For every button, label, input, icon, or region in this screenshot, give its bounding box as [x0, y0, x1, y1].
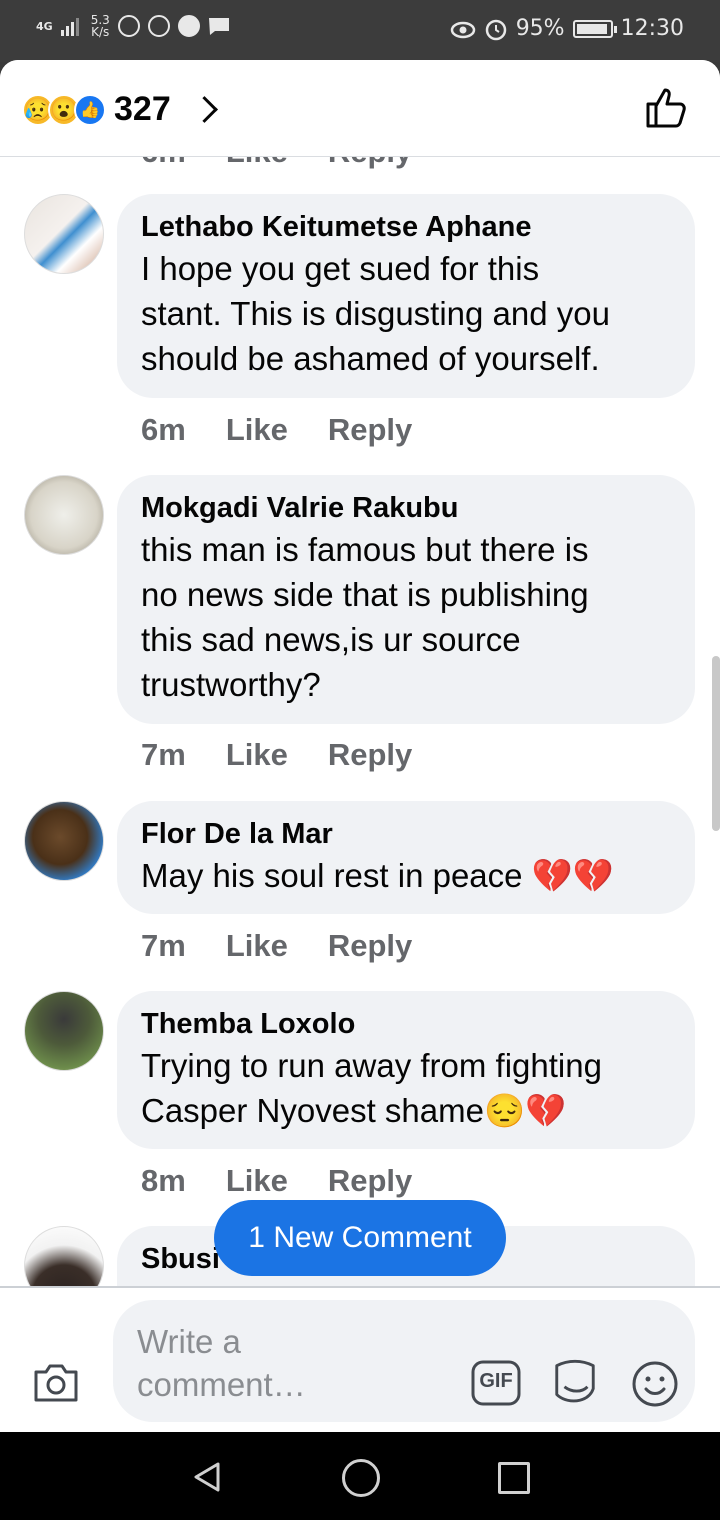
status-left: 4G 5.3 K/s [36, 14, 230, 38]
comment-text-line: no news side that is publishing [141, 576, 589, 613]
comment-time: 6m [141, 412, 186, 447]
status-bar: 4G 5.3 K/s 95% 12:30 [0, 0, 720, 62]
status-right: 95% 12:30 [450, 16, 684, 41]
gif-icon[interactable]: GIF [471, 1360, 521, 1406]
like-link[interactable]: Like [226, 412, 288, 448]
alarm-icon [485, 19, 506, 40]
opera-icon [147, 15, 170, 37]
like-link[interactable]: Like [226, 156, 288, 170]
thumbs-up-icon[interactable] [644, 84, 690, 130]
avatar[interactable] [24, 1226, 104, 1286]
battery-percent: 95% [515, 16, 565, 41]
comment-actions: 7m Like Reply [141, 928, 412, 964]
clock: 12:30 [620, 16, 684, 41]
comment-text-line: Trying to run away from fighting [141, 1047, 602, 1084]
emoji-icon[interactable] [631, 1360, 679, 1408]
home-icon[interactable] [342, 1459, 380, 1497]
comment-text-line: stant. This is disgusting and you [141, 295, 610, 332]
comment-actions: 7m Like Reply [141, 737, 412, 773]
new-comment-button[interactable]: 1 New Comment [214, 1200, 506, 1276]
signal-icon [60, 18, 79, 36]
reply-link[interactable]: Reply [328, 737, 412, 773]
reactions-summary[interactable]: 😥 😮 👍 327 [22, 90, 218, 129]
avatar[interactable] [24, 991, 104, 1071]
commenter-name[interactable]: Flor De la Mar [141, 815, 673, 853]
like-link[interactable]: Like [226, 1163, 288, 1199]
commenter-name[interactable]: Mokgadi Valrie Rakubu [141, 489, 673, 527]
battery-icon [572, 19, 617, 38]
comment-text-line: this sad news,is ur source [141, 621, 521, 658]
comment-placeholder: Write a comment… [137, 1323, 306, 1403]
comment-bubble[interactable]: Lethabo Keitumetse Aphane I hope you get… [117, 194, 695, 398]
like-reaction-icon: 👍 [74, 93, 106, 126]
battery-fill [576, 23, 607, 34]
avatar[interactable] [24, 194, 104, 274]
avatar[interactable] [24, 475, 104, 555]
back-icon[interactable] [190, 1460, 224, 1494]
reply-link[interactable]: Reply [328, 928, 412, 964]
eye-comfort-icon [450, 21, 475, 38]
comments-sheet: 😥 😮 👍 327 6m Like Reply Lethabo Keitumet… [0, 60, 720, 1432]
scrollbar[interactable] [712, 656, 720, 831]
app-notification-icon [117, 15, 140, 37]
chat-icon [177, 15, 200, 37]
comment-actions-partial: 6m Like Reply [141, 156, 412, 170]
commenter-name[interactable]: Lethabo Keitumetse Aphane [141, 208, 673, 246]
comment-actions: 6m Like Reply [141, 412, 412, 448]
comment-text-line: May his soul rest in peace 💔💔 [141, 857, 614, 894]
comment-text-line: should be ashamed of yourself. [141, 340, 600, 377]
network-indicator: 4G [36, 19, 53, 33]
chevron-right-icon [190, 96, 218, 123]
comment-bubble[interactable]: Mokgadi Valrie Rakubu this man is famous… [117, 475, 695, 724]
comment-time: 8m [141, 1163, 186, 1198]
message-icon [208, 18, 229, 35]
navigation-bar [0, 1432, 720, 1520]
comment-text-line: this man is famous but there is [141, 531, 589, 568]
commenter-name[interactable]: Themba Loxolo [141, 1005, 673, 1043]
sticker-icon[interactable] [551, 1358, 599, 1406]
reactions-header: 😥 😮 👍 327 [0, 60, 720, 157]
like-link[interactable]: Like [226, 737, 288, 773]
like-link[interactable]: Like [226, 928, 288, 964]
reply-link[interactable]: Reply [328, 1163, 412, 1199]
comment-time: 7m [141, 737, 186, 772]
comment-time: 7m [141, 928, 186, 963]
comment-composer: Write a comment… GIF [0, 1286, 720, 1432]
comment-text-line: Casper Nyovest shame😔💔 [141, 1092, 567, 1129]
comment-input[interactable]: Write a comment… GIF [113, 1300, 695, 1422]
comment-actions: 8m Like Reply [141, 1163, 412, 1199]
recents-icon[interactable] [498, 1462, 530, 1494]
avatar[interactable] [24, 801, 104, 881]
comment-bubble[interactable]: Themba Loxolo Trying to run away from fi… [117, 991, 695, 1149]
comment-text-line: trustworthy? [141, 666, 321, 703]
comment-text-line: I hope you get sued for this [141, 250, 540, 287]
reaction-count: 327 [114, 90, 171, 128]
comment-bubble[interactable]: Flor De la Mar May his soul rest in peac… [117, 801, 695, 914]
camera-icon[interactable] [32, 1360, 80, 1404]
data-speed: 5.3 K/s [90, 13, 110, 39]
comments-list[interactable]: 6m Like Reply Lethabo Keitumetse Aphane … [0, 156, 720, 1286]
reply-link[interactable]: Reply [328, 156, 412, 170]
reply-link[interactable]: Reply [328, 412, 412, 448]
